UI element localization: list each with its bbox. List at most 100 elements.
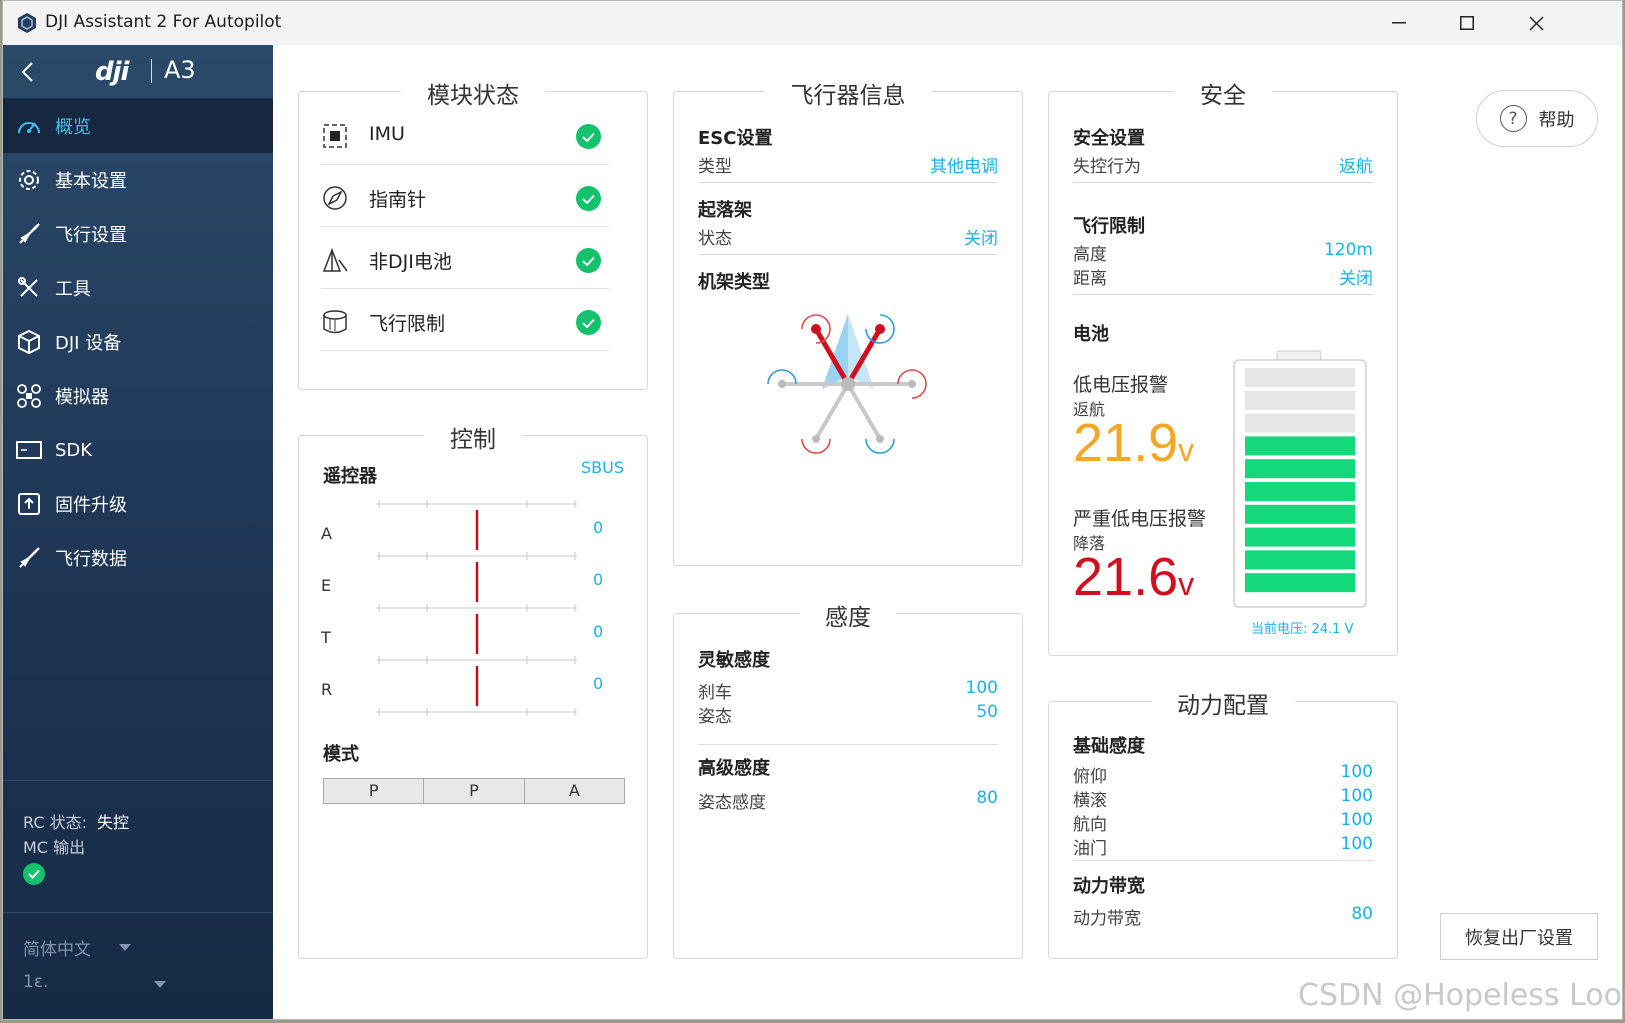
- nav-label: DJI 设备: [55, 333, 122, 354]
- help-button[interactable]: ? 帮助: [1476, 90, 1598, 147]
- divider: [1073, 182, 1373, 183]
- window-title: DJI Assistant 2 For Autopilot: [45, 12, 282, 32]
- chevron-down-icon: [119, 944, 131, 951]
- divider: [698, 744, 998, 745]
- throttle-value: 100: [1340, 834, 1373, 854]
- nav-label: 概览: [55, 117, 91, 138]
- battery-cell-filled: [1245, 504, 1355, 524]
- check-icon: [576, 186, 601, 211]
- hexacopter-frame-diagram: [767, 314, 927, 454]
- factory-reset-label: 恢复出厂设置: [1465, 927, 1573, 949]
- flight-limits-title: 飞行限制: [1073, 216, 1145, 237]
- check-icon: [23, 863, 45, 885]
- frame-type-title: 机架类型: [698, 272, 770, 293]
- back-icon[interactable]: [17, 59, 39, 85]
- esc-type-label: 类型: [698, 157, 732, 177]
- panel-title: 安全: [1174, 76, 1272, 110]
- battery-cell-filled: [1245, 550, 1355, 570]
- aircraft-info-panel: 飞行器信息 ESC设置 类型 其他电调 起落架 状态 关闭 机架类型: [673, 76, 1023, 566]
- yaw-label: 航向: [1073, 815, 1107, 835]
- current-voltage: 当前电压: 24.1 V: [1251, 622, 1354, 637]
- battery-cell-empty: [1245, 413, 1355, 433]
- language-select[interactable]: 简体中文: [23, 935, 273, 972]
- control-panel: 控制 遥控器 SBUS A 0 E 0 T 0 R 0 模式 P P A: [298, 420, 648, 959]
- cylinder-icon: [323, 310, 347, 334]
- minimize-button[interactable]: [1364, 1, 1434, 45]
- nav-item-basic-settings[interactable]: 基本设置: [3, 153, 273, 207]
- module-label: 指南针: [369, 189, 427, 211]
- battery-cell-filled: [1245, 436, 1355, 456]
- roll-label: 横滚: [1073, 791, 1107, 811]
- check-icon: [576, 124, 601, 149]
- mode-segment: P: [324, 779, 425, 803]
- rocket-icon: [15, 544, 43, 572]
- gear-icon: [15, 166, 43, 194]
- channel-row-r: R 0: [321, 652, 621, 704]
- rc-protocol: SBUS: [581, 458, 624, 477]
- module-label: 非DJI电池: [369, 251, 452, 273]
- battery-cell-filled: [1245, 573, 1355, 593]
- module-row-compass: 指南针: [321, 166, 609, 227]
- tools-icon: [15, 274, 43, 302]
- battery-cell-empty: [1245, 368, 1355, 387]
- divider: [698, 182, 998, 183]
- nav-item-tools[interactable]: 工具: [3, 261, 273, 315]
- nav-item-flight-settings[interactable]: 飞行设置: [3, 207, 273, 261]
- channel-label: T: [321, 628, 331, 647]
- mc-output-label: MC 输出: [23, 838, 86, 857]
- channel-row-a: A 0: [321, 496, 621, 548]
- battery-cell-filled: [1245, 527, 1355, 547]
- advanced-attitude-value: 80: [976, 788, 998, 808]
- version-value: 1ε.: [23, 972, 49, 992]
- nav-item-flight-data[interactable]: 飞行数据: [3, 531, 273, 585]
- sidebar: dji A3 概览 基本设置 飞行设置 工具 DJI 设备 模拟器 SDK 固件…: [3, 45, 273, 1019]
- channel-label: R: [321, 680, 333, 699]
- nav-item-overview[interactable]: 概览: [3, 99, 273, 153]
- bandwidth-value: 80: [1351, 904, 1373, 924]
- module-label: 飞行限制: [369, 313, 446, 335]
- nav-label: 基本设置: [55, 171, 127, 192]
- critical-voltage-label: 严重低电压报警: [1073, 508, 1207, 530]
- gauge-icon: [15, 112, 43, 140]
- bandwidth-label: 动力带宽: [1073, 909, 1141, 929]
- low-voltage-unit: v: [1178, 432, 1195, 468]
- nav-item-firmware[interactable]: 固件升级: [3, 477, 273, 531]
- brake-label: 刹车: [698, 683, 732, 703]
- landing-gear-title: 起落架: [698, 200, 752, 221]
- bandwidth-title: 动力带宽: [1073, 876, 1145, 897]
- divider: [698, 254, 998, 255]
- maximize-button[interactable]: [1432, 1, 1502, 45]
- nav-item-simulator[interactable]: 模拟器: [3, 369, 273, 423]
- throttle-label: 油门: [1073, 839, 1107, 859]
- factory-reset-button[interactable]: 恢复出厂设置: [1440, 913, 1598, 960]
- panel-title: 感度: [799, 598, 897, 632]
- language-value: 简体中文: [23, 940, 91, 960]
- gain-panel: 感度 灵敏感度 刹车 100 姿态 50 高级感度 姿态感度 80: [673, 598, 1023, 959]
- question-icon: ?: [1499, 105, 1527, 132]
- rc-status-label: RC 状态:: [23, 813, 87, 832]
- channel-value: 0: [593, 622, 604, 641]
- app-logo-icon: [18, 13, 36, 33]
- battery-cell-filled: [1245, 459, 1355, 479]
- module-row-flight-limit: 飞行限制: [321, 290, 609, 351]
- model-name: A3: [164, 56, 196, 84]
- close-button[interactable]: [1501, 1, 1571, 45]
- distance-limit-value: 关闭: [1339, 269, 1373, 289]
- esc-type-value: 其他电调: [930, 157, 998, 177]
- panel-title: 控制: [424, 420, 522, 454]
- nav-label: 模拟器: [55, 387, 109, 408]
- channel-label: E: [321, 576, 332, 595]
- roll-value: 100: [1340, 786, 1373, 806]
- failsafe-value: 返航: [1339, 157, 1373, 177]
- compass-icon: [323, 186, 347, 210]
- height-limit-value: 120m: [1323, 240, 1373, 260]
- version-select[interactable]: 1ε.: [23, 972, 273, 1009]
- safety-panel: 安全 安全设置 失控行为 返航 飞行限制 高度 120m 距离 关闭 电池 低电…: [1048, 76, 1398, 656]
- nav-item-dji-devices[interactable]: DJI 设备: [3, 315, 273, 369]
- battery-cell-filled: [1245, 482, 1355, 501]
- rc-status-value: 失控: [96, 813, 129, 832]
- nav-item-sdk[interactable]: SDK: [3, 423, 273, 477]
- cube-icon: [15, 328, 43, 356]
- mode-segment: A: [568, 781, 580, 800]
- module-label: IMU: [369, 123, 405, 145]
